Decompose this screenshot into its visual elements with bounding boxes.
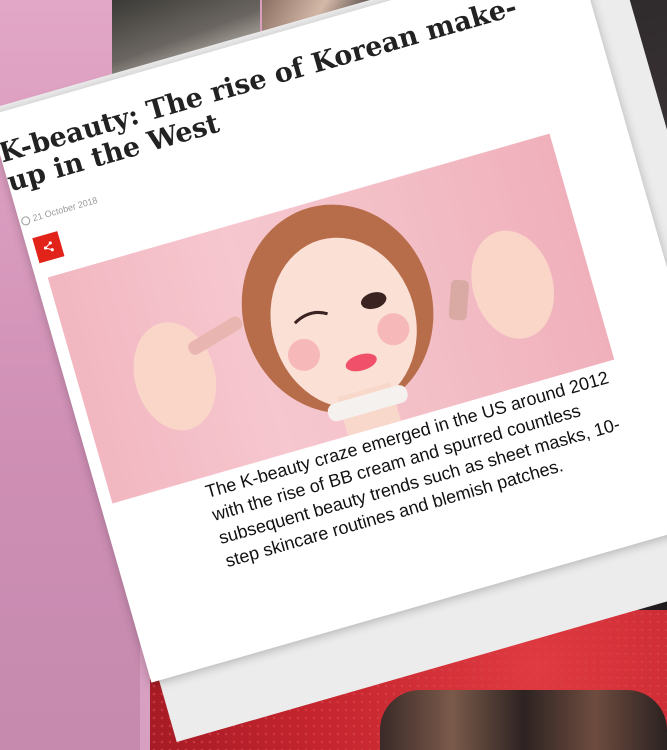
share-button[interactable] <box>32 231 65 264</box>
share-icon <box>43 241 54 252</box>
article-date-text: 21 October 2018 <box>31 195 99 224</box>
clock-icon <box>20 214 32 226</box>
article-date: 21 October 2018 <box>20 195 99 226</box>
background-photo-people <box>380 690 667 750</box>
